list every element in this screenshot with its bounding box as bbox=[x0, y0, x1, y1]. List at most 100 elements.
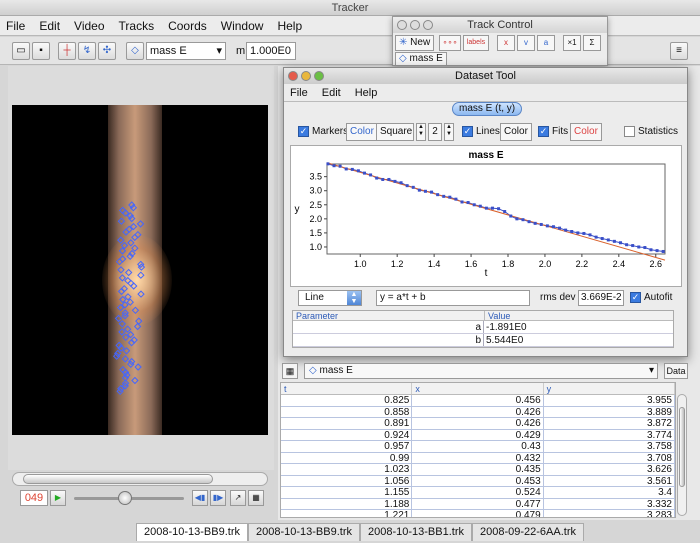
file-tab[interactable]: 2008-10-13-BB9.trk bbox=[136, 523, 248, 541]
table-cell[interactable]: 0.99 bbox=[281, 452, 413, 463]
minimize-icon[interactable] bbox=[301, 71, 311, 81]
step-back-icon[interactable]: ◀▮ bbox=[192, 490, 208, 506]
filmstrip-icon[interactable]: ▦ bbox=[248, 490, 264, 506]
menu-coords[interactable]: Coords bbox=[168, 19, 207, 33]
play-icon[interactable]: ▶ bbox=[50, 490, 66, 506]
lines-color-button[interactable]: Color bbox=[500, 123, 532, 141]
velocity-icon[interactable]: v bbox=[517, 35, 535, 51]
size-spinner-icon[interactable]: ▲ ▼ bbox=[444, 123, 454, 141]
file-tab[interactable]: 2008-10-13-BB9.trk bbox=[248, 523, 360, 541]
table-cell[interactable]: 0.479 bbox=[412, 510, 544, 517]
table-cell[interactable]: 0.456 bbox=[412, 395, 544, 406]
table-row[interactable]: 1.188 0.477 3.332 bbox=[281, 498, 675, 510]
mass-field[interactable]: 1.000E0 bbox=[246, 42, 296, 60]
axes-icon[interactable]: ┼ bbox=[58, 42, 76, 60]
table-cell[interactable]: 1.056 bbox=[281, 475, 413, 486]
close-icon[interactable] bbox=[397, 20, 407, 30]
menu-file[interactable]: File bbox=[6, 19, 25, 33]
minimize-icon[interactable] bbox=[410, 20, 420, 30]
table-row[interactable]: 1.023 0.435 3.626 bbox=[281, 464, 675, 476]
video-frame[interactable] bbox=[12, 105, 268, 435]
param-value[interactable]: 5.544E0 bbox=[484, 334, 673, 346]
table-cell[interactable]: 0.957 bbox=[281, 441, 413, 452]
column-header-y[interactable]: y bbox=[544, 383, 675, 394]
table-row[interactable]: 0.825 0.456 3.955 bbox=[281, 395, 675, 407]
video-scrollbar[interactable] bbox=[12, 472, 268, 486]
table-row[interactable]: 1.056 0.453 3.561 bbox=[281, 475, 675, 487]
size-spinner-icon[interactable]: ▲ ▼ bbox=[416, 123, 426, 141]
ds-menu-file[interactable]: File bbox=[290, 87, 308, 99]
calibration-icon[interactable]: ✣ bbox=[98, 42, 116, 60]
marker-size-field[interactable]: 2 bbox=[428, 123, 442, 141]
track-item-button[interactable]: ◇ mass E bbox=[395, 52, 447, 66]
table-cell[interactable]: 3.4 bbox=[544, 487, 675, 498]
slider-knob[interactable] bbox=[118, 491, 132, 505]
dataset-tab[interactable]: mass E (t, y) bbox=[452, 102, 523, 116]
table-cell[interactable]: 0.426 bbox=[412, 418, 544, 429]
table-cell[interactable]: 0.435 bbox=[412, 464, 544, 475]
menu-edit[interactable]: Edit bbox=[39, 19, 60, 33]
zoom-icon[interactable] bbox=[314, 71, 324, 81]
table-row[interactable]: 0.891 0.426 3.872 bbox=[281, 418, 675, 430]
frame-number[interactable]: 049 bbox=[20, 490, 48, 506]
table-cell[interactable]: 0.858 bbox=[281, 406, 413, 417]
ds-menu-help[interactable]: Help bbox=[355, 87, 378, 99]
clip-settings-icon[interactable]: ↗ bbox=[230, 490, 246, 506]
menu-tracks[interactable]: Tracks bbox=[119, 19, 155, 33]
table-cell[interactable]: 3.955 bbox=[544, 395, 675, 406]
marker-shape-select[interactable]: Square bbox=[376, 123, 414, 141]
markers-checkbox[interactable]: ✓ bbox=[298, 126, 309, 137]
tape-measure-icon[interactable]: ↯ bbox=[78, 42, 96, 60]
table-cell[interactable]: 0.825 bbox=[281, 395, 413, 406]
table-cell[interactable]: 0.524 bbox=[412, 487, 544, 498]
table-cell[interactable]: 3.708 bbox=[544, 452, 675, 463]
table-row[interactable]: 0.99 0.432 3.708 bbox=[281, 452, 675, 464]
table-cell[interactable]: 3.758 bbox=[544, 441, 675, 452]
table-cell[interactable]: 0.453 bbox=[412, 475, 544, 486]
table-cell[interactable]: 1.221 bbox=[281, 510, 413, 517]
menu-help[interactable]: Help bbox=[277, 19, 302, 33]
table-row[interactable]: 0.858 0.426 3.889 bbox=[281, 406, 675, 418]
new-track-button[interactable]: ✳ New bbox=[395, 35, 435, 51]
fits-checkbox[interactable]: ✓ bbox=[538, 126, 549, 137]
table-cell[interactable]: 0.891 bbox=[281, 418, 413, 429]
table-cell[interactable]: 3.561 bbox=[544, 475, 675, 486]
table-cell[interactable]: 3.872 bbox=[544, 418, 675, 429]
notes-icon[interactable]: ≡ bbox=[670, 42, 688, 60]
table-row[interactable]: 0.957 0.43 3.758 bbox=[281, 441, 675, 453]
vector-stretch-icon[interactable]: ×1 bbox=[563, 35, 581, 51]
scroll-thumb[interactable] bbox=[23, 474, 213, 484]
lines-checkbox[interactable]: ✓ bbox=[462, 126, 473, 137]
table-cell[interactable]: 0.477 bbox=[412, 498, 544, 509]
labels-button[interactable]: labels bbox=[463, 35, 489, 51]
param-row[interactable]: a -1.891E0 bbox=[293, 321, 673, 334]
table-cell[interactable]: 3.889 bbox=[544, 406, 675, 417]
menu-video[interactable]: Video bbox=[74, 19, 104, 33]
table-cell[interactable]: 3.332 bbox=[544, 498, 675, 509]
position-icon[interactable]: x bbox=[497, 35, 515, 51]
plot-area[interactable]: mass E t y 1.0 1.2 1.4 1.6 1.8 2.0 2.2 2.4 2.6 1.… bbox=[290, 145, 682, 287]
table-row[interactable]: 0.924 0.429 3.774 bbox=[281, 429, 675, 441]
data-button[interactable]: Data bbox=[664, 363, 688, 379]
track-diamond-icon[interactable]: ◇ bbox=[126, 42, 144, 60]
acceleration-icon[interactable]: a bbox=[537, 35, 555, 51]
table-cell[interactable]: 1.155 bbox=[281, 487, 413, 498]
close-icon[interactable] bbox=[288, 71, 298, 81]
param-row[interactable]: b 5.544E0 bbox=[293, 334, 673, 347]
vector-sum-icon[interactable]: Σ bbox=[583, 35, 601, 51]
data-track-select[interactable]: ◇ mass E ▾ bbox=[304, 363, 658, 379]
table-cell[interactable]: 1.023 bbox=[281, 464, 413, 475]
table-cell[interactable]: 3.774 bbox=[544, 429, 675, 440]
point-mass-icon[interactable]: ∘∘∘ bbox=[439, 35, 461, 51]
fit-type-select[interactable]: Line ▲ ▼ bbox=[298, 290, 362, 306]
column-header-t[interactable]: t bbox=[281, 383, 413, 394]
scroll-thumb[interactable] bbox=[679, 407, 685, 487]
table-cell[interactable]: 0.43 bbox=[412, 441, 544, 452]
markers-color-button[interactable]: Color bbox=[346, 123, 378, 141]
column-header-x[interactable]: x bbox=[412, 383, 544, 394]
table-row[interactable]: 1.155 0.524 3.4 bbox=[281, 487, 675, 499]
statistics-checkbox[interactable] bbox=[624, 126, 635, 137]
file-tab[interactable]: 2008-09-22-6AA.trk bbox=[472, 523, 584, 541]
table-cell[interactable]: 0.924 bbox=[281, 429, 413, 440]
step-forward-icon[interactable]: ▮▶ bbox=[210, 490, 226, 506]
